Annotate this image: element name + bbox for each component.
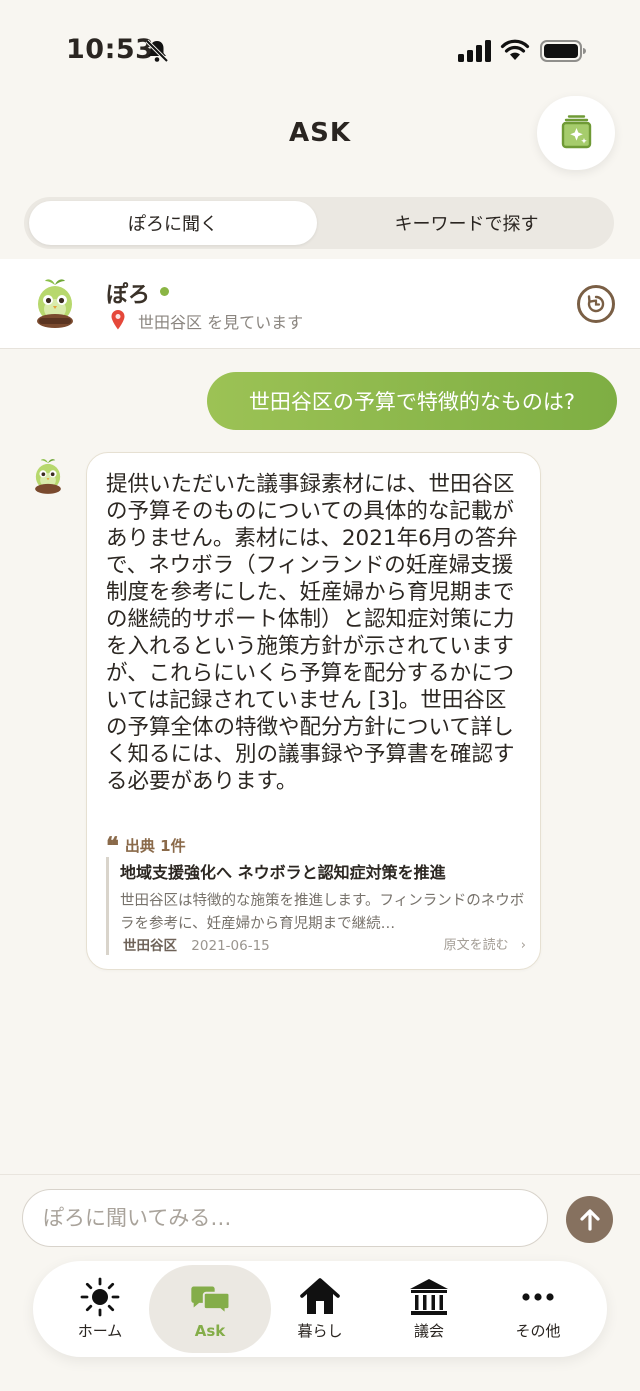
sources-heading: ❝ 出典 1件 [106,830,186,860]
status-bar: 10:53 [0,0,640,100]
source-snippet: 世田谷区は特徴的な施策を推進します。フィンランドのネウボラを参考に、妊産婦から育… [120,893,525,932]
tab-more-label: その他 [515,1322,561,1340]
tab-assembly[interactable]: 議会 [374,1261,484,1357]
bell-off-icon [145,39,169,63]
chat-bubbles-icon [191,1286,231,1316]
tab-home[interactable]: ホーム [45,1261,155,1357]
mascot-avatar [37,279,73,328]
sun-icon [80,1277,120,1317]
tab-assembly-label: 議会 [413,1322,444,1340]
cellular-signal-icon [458,40,491,62]
source-card[interactable]: 地域支援強化へ ネウボラと認知症対策を推進 世田谷区は特徴的な施策を推進します。… [106,857,526,955]
source-title: 地域支援強化へ ネウボラと認知症対策を推進 [120,863,446,882]
user-message-bubble: 世田谷区の予算で特徴的なものは? [207,372,617,430]
tab-home-label: ホーム [77,1322,123,1340]
assembly-building-icon [410,1279,448,1315]
location-pin-icon [111,310,125,330]
chevron-right-icon: › [520,938,526,953]
assistant-message-bubble: 提供いただいた議事録素材には、世田谷区の予算そのものについての具体的な記載があり… [86,452,541,970]
send-button[interactable] [566,1196,613,1243]
bottom-tab-bar: ホーム Ask 暮らし 議会 その他 [33,1261,607,1357]
source-ward: 世田谷区 [123,938,177,954]
mascot-avatar-small [35,459,61,494]
sources-count: 出典 1件 [124,837,186,855]
sparkle-cards-icon [561,115,592,149]
assistant-message-text: 提供いただいた議事録素材には、世田谷区の予算そのものについての具体的な記載があり… [106,472,518,794]
house-icon [300,1278,340,1314]
history-icon [587,295,605,313]
read-original-link[interactable]: 原文を読む › [444,934,526,953]
tab-ask[interactable]: Ask [149,1265,271,1353]
tab-more[interactable]: その他 [483,1261,593,1357]
source-meta: 世田谷区 2021-06-15 [123,934,270,954]
quote-icon: ❝ [106,830,119,860]
online-status-dot [160,287,169,296]
assistant-name: ぽろ [106,283,151,308]
tab-ask-label: Ask [194,1321,226,1340]
assistant-header: ぽろ 世田谷区 を見ています [0,259,640,349]
tab-living[interactable]: 暮らし [265,1261,375,1357]
mode-segmented-control: ぽろに聞く キーワードで探す [24,197,614,249]
chat-input[interactable] [22,1189,548,1247]
tab-living-label: 暮らし [297,1322,343,1340]
more-dots-icon [522,1293,554,1301]
history-button[interactable] [577,285,615,323]
viewing-location-label: 世田谷区 を見ています [138,313,304,332]
tab-keyword-search[interactable]: キーワードで探す [324,201,609,245]
source-date: 2021-06-15 [191,938,270,954]
read-original-label: 原文を読む [443,938,509,953]
battery-icon [540,40,586,62]
wifi-icon [500,39,530,60]
status-time: 10:53 [66,34,155,65]
saved-cards-button[interactable] [537,96,615,170]
arrow-up-icon [579,1208,600,1231]
tab-ask-poro[interactable]: ぽろに聞く [29,201,317,245]
